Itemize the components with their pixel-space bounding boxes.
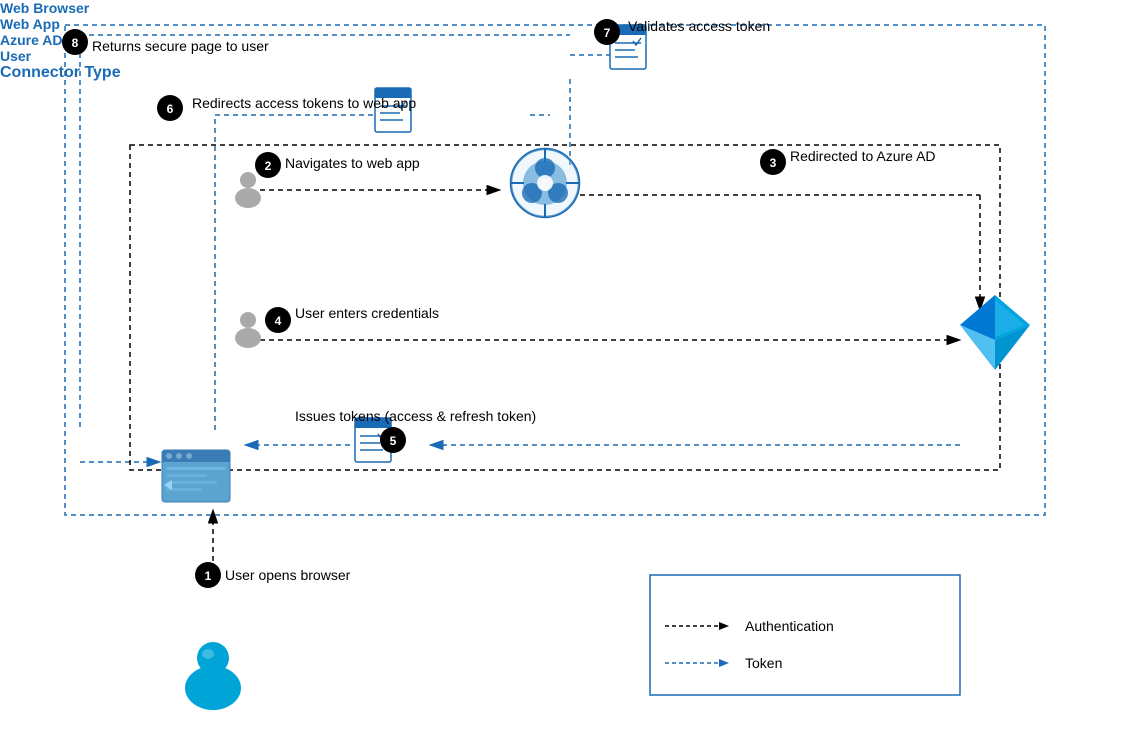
azure-ad-icon <box>960 295 1030 370</box>
legend-auth-row: Authentication <box>665 618 834 634</box>
step-1-label: User opens browser <box>225 567 350 583</box>
legend-token-row: Token <box>665 655 782 671</box>
step-3-label: Redirected to Azure AD <box>790 148 936 164</box>
step-5-number: 5 <box>390 434 397 448</box>
legend-auth-label: Authentication <box>745 618 834 634</box>
step-5-label: Issues tokens (access & refresh token) <box>295 408 536 424</box>
legend-box <box>650 575 960 695</box>
step-7-number: 7 <box>604 26 611 40</box>
step-1-number: 1 <box>205 569 212 583</box>
legend-auth-line <box>665 620 735 632</box>
step-6-number: 6 <box>167 102 174 116</box>
step-7-label: Validates access token <box>628 18 770 34</box>
step-8-number: 8 <box>72 36 79 50</box>
web-app-icon <box>511 149 579 217</box>
legend-token-line <box>665 657 735 669</box>
step-8-label: Returns secure page to user <box>92 38 269 54</box>
step-4-label: User enters credentials <box>295 305 439 321</box>
step-3-number: 3 <box>770 156 777 170</box>
step-2-number: 2 <box>265 159 272 173</box>
user-small-step2 <box>235 172 261 208</box>
diagram-container: 1 2 3 4 5 6 7 8 User opens browser Navig… <box>0 0 1141 754</box>
user-small-step4 <box>235 312 261 348</box>
step-2-label: Navigates to web app <box>285 155 420 171</box>
user-icon <box>185 642 241 710</box>
diagram-svg: 1 2 3 4 5 6 7 8 <box>0 0 1141 754</box>
legend-token-label: Token <box>745 655 782 671</box>
step-6-label: Redirects access tokens to web app <box>192 95 416 111</box>
step-4-number: 4 <box>275 314 282 328</box>
web-browser-icon <box>162 450 230 502</box>
